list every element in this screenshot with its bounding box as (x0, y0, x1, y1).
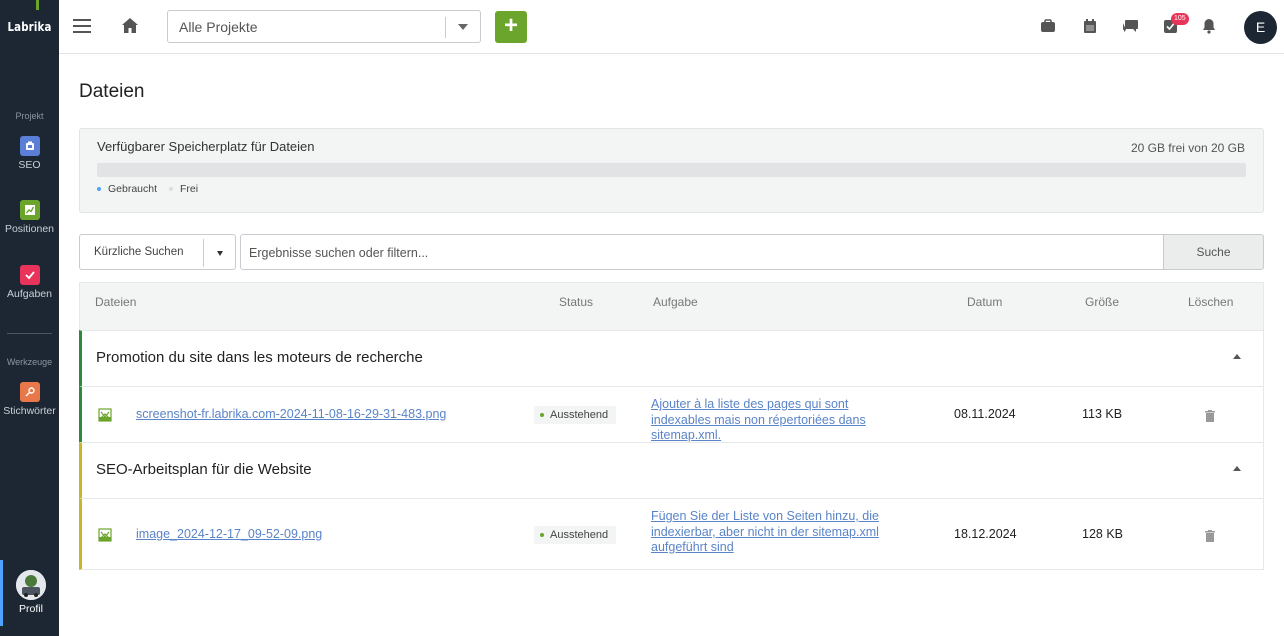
chart-icon (19, 200, 40, 220)
legend-used: Gebraucht (97, 183, 157, 195)
logo-text: Labrika (7, 20, 52, 34)
search-row: Kürzliche Suchen Ergebnisse suchen oder … (79, 234, 1264, 270)
row-date: 08.11.2024 (954, 407, 1016, 421)
sidebar-item-positions[interactable]: Positionen (0, 200, 59, 235)
storage-progress-bar (97, 163, 1246, 177)
collapse-icon[interactable] (1233, 354, 1241, 359)
user-avatar[interactable]: E (1244, 11, 1277, 44)
sidebar-item-seo[interactable]: SEO (0, 136, 59, 171)
sidebar-item-label: SEO (18, 159, 41, 171)
storage-free-text: 20 GB frei von 20 GB (1130, 141, 1245, 155)
notification-badge: 105 (1171, 13, 1189, 25)
table-header: Dateien Status Aufgabe Datum Größe Lösch… (79, 282, 1264, 330)
image-file-icon (98, 408, 112, 422)
legend-free-dot (169, 187, 173, 191)
bell-icon[interactable] (1202, 18, 1220, 36)
profile-avatar (16, 570, 46, 600)
file-link[interactable]: screenshot-fr.labrika.com-2024-11-08-16-… (136, 407, 446, 421)
status-badge: Ausstehend (534, 406, 617, 424)
legend-free-label: Frei (180, 183, 199, 195)
sidebar-item-label: Aufgaben (7, 288, 52, 300)
logo[interactable]: Labrika (4, 0, 54, 54)
group-header[interactable]: Promotion du site dans les moteurs de re… (79, 330, 1264, 386)
menu-icon[interactable] (73, 19, 91, 33)
page-title: Dateien (79, 81, 145, 102)
sidebar-section-tools: Werkzeuge (6, 357, 53, 367)
group-header[interactable]: SEO-Arbeitsplan für die Website (79, 442, 1264, 498)
topbar: Alle Projekte + 105 E (59, 0, 1284, 54)
sidebar: Labrika Projekt SEO Positionen Aufgaben … (0, 0, 59, 636)
storage-panel: Verfügbarer Speicherplatz für Dateien 20… (79, 128, 1264, 213)
header-files[interactable]: Dateien (95, 295, 136, 309)
caret-down-icon[interactable] (217, 251, 223, 256)
select-divider (445, 17, 446, 38)
group-title: Promotion du site dans les moteurs de re… (96, 349, 423, 366)
collapse-icon[interactable] (1233, 466, 1241, 471)
group-title: SEO-Arbeitsplan für die Website (96, 461, 312, 478)
chat-icon[interactable] (1122, 18, 1140, 36)
sidebar-item-profile[interactable]: Profil (0, 560, 59, 626)
legend-used-dot (97, 187, 101, 191)
image-file-icon (98, 528, 112, 542)
header-size[interactable]: Größe (1085, 295, 1119, 309)
header-delete: Löschen (1188, 295, 1234, 309)
sidebar-section-project: Projekt (15, 111, 44, 121)
sidebar-item-keywords[interactable]: Stichwörter (0, 382, 59, 417)
legend-free: Frei (169, 183, 198, 195)
recent-searches-label: Kürzliche Suchen (94, 246, 184, 258)
recent-searches-select[interactable]: Kürzliche Suchen (79, 234, 236, 270)
project-select[interactable]: Alle Projekte (167, 10, 481, 43)
sidebar-item-label: Stichwörter (3, 405, 56, 417)
sidebar-item-tasks[interactable]: Aufgaben (0, 265, 59, 300)
briefcase-icon[interactable] (1040, 18, 1058, 36)
header-date[interactable]: Datum (967, 295, 1002, 309)
sidebar-divider (7, 333, 52, 334)
sidebar-item-label: Positionen (4, 223, 55, 235)
table-row: image_2024-12-17_09-52-09.png Ausstehend… (79, 498, 1264, 570)
trash-icon[interactable] (1205, 409, 1215, 422)
project-select-value: Alle Projekte (179, 19, 258, 35)
calendar-icon[interactable] (1083, 18, 1101, 36)
check-icon (19, 265, 40, 285)
home-icon[interactable] (121, 17, 139, 39)
chevron-down-icon[interactable] (458, 24, 468, 30)
profile-label: Profil (19, 603, 43, 615)
row-date: 18.12.2024 (954, 527, 1017, 541)
add-button[interactable]: + (495, 11, 527, 43)
select-divider (203, 239, 204, 267)
row-size: 128 KB (1082, 527, 1124, 541)
logo-accent (36, 0, 39, 10)
files-table: Dateien Status Aufgabe Datum Größe Lösch… (79, 282, 1264, 570)
storage-title: Verfügbarer Speicherplatz für Dateien (97, 139, 315, 154)
trash-icon[interactable] (1205, 529, 1215, 542)
main-content: Dateien Verfügbarer Speicherplatz für Da… (59, 55, 1284, 636)
task-link[interactable]: Fügen Sie der Liste von Seiten hinzu, di… (651, 509, 891, 556)
status-badge: Ausstehend (534, 526, 617, 544)
legend-used-label: Gebraucht (108, 183, 158, 195)
header-status[interactable]: Status (559, 295, 593, 309)
search-button[interactable]: Suche (1163, 234, 1264, 270)
row-size: 113 KB (1082, 407, 1123, 421)
header-task[interactable]: Aufgabe (653, 295, 698, 309)
search-placeholder: Ergebnisse suchen oder filtern... (249, 246, 429, 260)
file-link[interactable]: image_2024-12-17_09-52-09.png (136, 527, 322, 541)
key-icon (19, 382, 40, 402)
table-row: screenshot-fr.labrika.com-2024-11-08-16-… (79, 386, 1264, 442)
search-input[interactable]: Ergebnisse suchen oder filtern... (240, 234, 1165, 270)
seo-icon (19, 136, 40, 156)
task-link[interactable]: Ajouter à la liste des pages qui sont in… (651, 397, 911, 444)
